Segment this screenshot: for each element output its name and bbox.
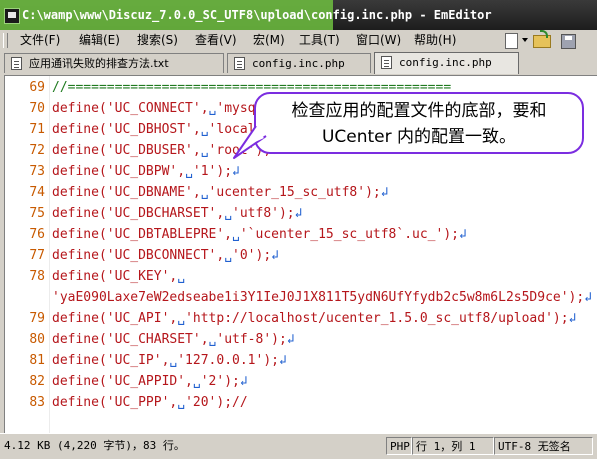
code-line[interactable]: 75 define('UC_DBCHARSET',␣'utf8');↲	[5, 203, 597, 224]
tab-label: 应用通讯失败的排查方法.txt	[29, 57, 169, 70]
callout-pointer	[233, 125, 267, 159]
document-icon	[234, 57, 245, 70]
code-line[interactable]: 80 define('UC_CHARSET',␣'utf-8');↲	[5, 329, 597, 350]
menu-file[interactable]: 文件(F)	[20, 30, 60, 51]
line-number: 69	[29, 80, 45, 95]
menu-view[interactable]: 查看(V)	[195, 30, 237, 51]
menu-macro[interactable]: 宏(M)	[253, 30, 285, 51]
line-text: define('UC_CHARSET',␣'utf-8');↲	[52, 332, 295, 347]
line-number: 74	[29, 185, 45, 200]
tab-bar: 应用通讯失败的排查方法.txt config.inc.php config.in…	[0, 51, 597, 75]
code-line[interactable]: 77 define('UC_DBCONNECT',␣'0');↲	[5, 245, 597, 266]
annotation-callout: 检查应用的配置文件的底部，要和 UCenter 内的配置一致。	[254, 92, 584, 154]
line-number: 71	[29, 122, 45, 137]
line-number: 77	[29, 248, 45, 263]
file-size-status: 4.12 KB (4,220 字节)，83 行。	[4, 439, 185, 452]
menu-edit[interactable]: 编辑(E)	[79, 30, 120, 51]
new-file-icon[interactable]	[505, 33, 518, 49]
callout-line-2: UCenter 内的配置一致。	[321, 127, 517, 147]
line-number: 70	[29, 101, 45, 116]
code-line[interactable]: 82 define('UC_APPID',␣'2');↲	[5, 371, 597, 392]
menu-help[interactable]: 帮助(H)	[414, 30, 456, 51]
line-text: define('UC_KEY',␣	[52, 269, 186, 284]
toolbar	[495, 30, 597, 51]
line-number: 78	[29, 269, 45, 284]
code-line[interactable]: 79 define('UC_API',␣'http://localhost/uce…	[5, 308, 597, 329]
cursor-position-status[interactable]: 行 1，列 1	[412, 437, 494, 455]
line-text: 'yaE090Laxe7eW2edseabe1i3Y1IeJ0J1X811T5y…	[52, 290, 593, 305]
document-icon	[381, 56, 392, 69]
line-text: define('UC_PPP',␣'20');//	[52, 395, 248, 410]
line-number: 81	[29, 353, 45, 368]
line-text: define('UC_API',␣'http://localhost/ucent…	[52, 311, 577, 326]
line-number: 82	[29, 374, 45, 389]
open-folder-icon[interactable]	[533, 30, 551, 48]
document-icon	[11, 57, 22, 70]
line-number: 73	[29, 164, 45, 179]
title-bar[interactable]: C:\wamp\www\Discuz_7.0.0_SC_UTF8\upload\…	[0, 0, 597, 30]
tab-label: config.inc.php	[252, 57, 345, 70]
tab-troubleshoot-txt[interactable]: 应用通讯失败的排查方法.txt	[4, 53, 224, 73]
menu-grip[interactable]	[3, 33, 8, 48]
code-line[interactable]: 81 define('UC_IP',␣'127.0.0.1');↲	[5, 350, 597, 371]
menu-search[interactable]: 搜索(S)	[137, 30, 178, 51]
code-line[interactable]: 'yaE090Laxe7eW2edseabe1i3Y1IeJ0J1X811T5y…	[5, 287, 597, 308]
line-number: 79	[29, 311, 45, 326]
app-icon[interactable]	[4, 8, 20, 24]
code-line[interactable]: 73 define('UC_DBPW',␣'1');↲	[5, 161, 597, 182]
line-text: define('UC_APPID',␣'2');↲	[52, 374, 248, 389]
line-text: define('UC_DBTABLEPRE',␣'`ucenter_15_sc_…	[52, 227, 467, 242]
status-bar: 4.12 KB (4,220 字节)，83 行。 PHP 行 1，列 1 UTF…	[0, 433, 597, 459]
code-line[interactable]: 78 define('UC_KEY',␣	[5, 266, 597, 287]
tab-config-1[interactable]: config.inc.php	[227, 53, 371, 73]
line-number: 75	[29, 206, 45, 221]
line-text: define('UC_IP',␣'127.0.0.1');↲	[52, 353, 287, 368]
encoding-status[interactable]: UTF-8 无签名	[494, 437, 593, 455]
code-line[interactable]: 76 define('UC_DBTABLEPRE',␣'`ucenter_15_s…	[5, 224, 597, 245]
code-line[interactable]: 83 define('UC_PPP',␣'20');//	[5, 392, 597, 413]
line-number: 76	[29, 227, 45, 242]
menu-window[interactable]: 窗口(W)	[356, 30, 401, 51]
line-number: 83	[29, 395, 45, 410]
tab-label: config.inc.php	[399, 56, 492, 69]
language-status[interactable]: PHP	[386, 437, 412, 455]
callout-line-1: 检查应用的配置文件的底部，要和	[291, 101, 547, 121]
line-text: define('UC_DBPW',␣'1');↲	[52, 164, 240, 179]
save-icon[interactable]	[561, 34, 576, 49]
code-line[interactable]: 74 define('UC_DBNAME',␣'ucenter_15_sc_utf…	[5, 182, 597, 203]
line-text: define('UC_DBNAME',␣'ucenter_15_sc_utf8'…	[52, 185, 389, 200]
window-title: C:\wamp\www\Discuz_7.0.0_SC_UTF8\upload\…	[22, 8, 492, 22]
line-text: define('UC_DBCHARSET',␣'utf8');↲	[52, 206, 303, 221]
menu-tools[interactable]: 工具(T)	[299, 30, 340, 51]
line-number: 72	[29, 143, 45, 158]
dropdown-arrow-icon[interactable]	[522, 38, 528, 42]
line-number: 80	[29, 332, 45, 347]
line-text: define('UC_DBCONNECT',␣'0');↲	[52, 248, 279, 263]
tab-config-2[interactable]: config.inc.php	[374, 52, 519, 74]
